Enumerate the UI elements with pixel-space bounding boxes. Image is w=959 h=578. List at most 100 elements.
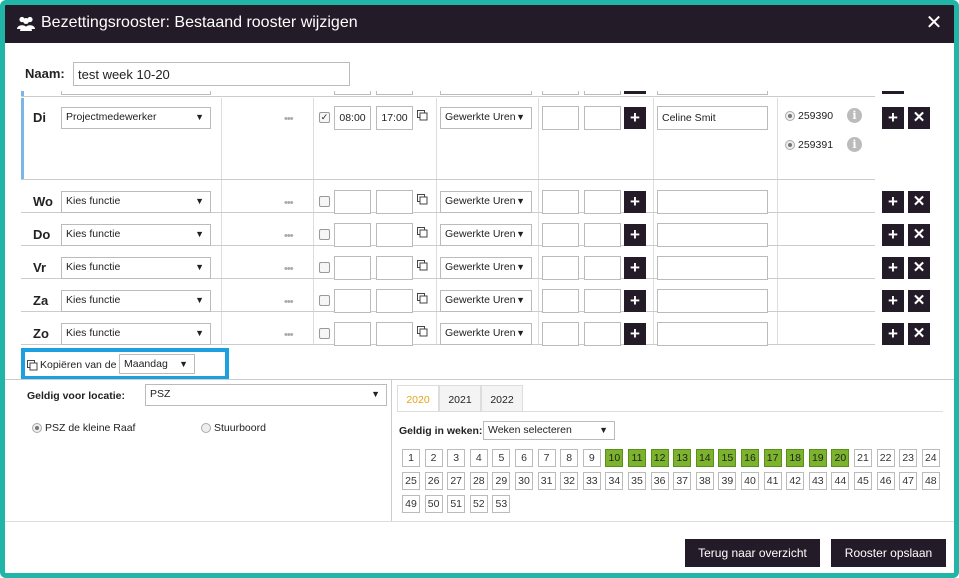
week-1[interactable]: 1: [402, 449, 420, 467]
week-5[interactable]: 5: [492, 449, 511, 467]
week-39[interactable]: 39: [718, 472, 737, 490]
week-4[interactable]: 4: [469, 449, 488, 467]
week-30[interactable]: 30: [515, 472, 533, 490]
week-53[interactable]: 53: [492, 495, 511, 513]
more-icon[interactable]: •••: [284, 230, 294, 242]
back-to-overview-button[interactable]: Terug naar overzicht: [685, 539, 820, 567]
week-18[interactable]: 18: [786, 449, 805, 467]
employee-radio[interactable]: [785, 140, 795, 150]
more-icon[interactable]: •••: [284, 329, 294, 341]
hours-input[interactable]: [542, 289, 579, 313]
person-input[interactable]: [657, 190, 768, 214]
end-time-input[interactable]: [376, 322, 413, 346]
hours-input[interactable]: [584, 190, 621, 214]
week-11[interactable]: 11: [628, 449, 646, 467]
week-2[interactable]: 2: [424, 449, 443, 467]
hours-input[interactable]: [584, 256, 621, 280]
start-time-input[interactable]: [334, 256, 371, 280]
function-select[interactable]: Kies functie ▼: [61, 290, 211, 312]
week-8[interactable]: 8: [560, 449, 579, 467]
location-select[interactable]: PSZ ▼: [145, 384, 387, 406]
delete-icon[interactable]: ✕: [908, 224, 930, 246]
week-26[interactable]: 26: [424, 472, 443, 490]
function-select[interactable]: Kies functie ▼: [61, 323, 211, 345]
function-select[interactable]: Kies functie ▼: [61, 257, 211, 279]
more-icon[interactable]: •••: [284, 296, 294, 308]
tab-2022[interactable]: 2022: [481, 385, 523, 412]
copy-icon[interactable]: [417, 194, 428, 205]
weeks-select[interactable]: Weken selecteren ▼: [483, 421, 615, 440]
delete-icon[interactable]: ✕: [908, 323, 930, 345]
week-45[interactable]: 45: [854, 472, 872, 490]
week-3[interactable]: 3: [447, 449, 466, 467]
week-25[interactable]: 25: [402, 472, 420, 490]
week-12[interactable]: 12: [650, 449, 669, 467]
week-29[interactable]: 29: [492, 472, 511, 490]
row-checkbox[interactable]: [319, 229, 330, 240]
delete-icon[interactable]: ✕: [908, 290, 930, 312]
start-time-input[interactable]: [334, 322, 371, 346]
plus-icon[interactable]: +: [624, 323, 646, 345]
plus-icon[interactable]: +: [882, 107, 904, 129]
tab-2021[interactable]: 2021: [439, 385, 481, 412]
person-input[interactable]: [657, 289, 768, 313]
radio-psz-de-kleine-raaf[interactable]: [32, 423, 42, 433]
plus-icon[interactable]: +: [624, 191, 646, 213]
person-input[interactable]: [657, 223, 768, 247]
plus-icon[interactable]: +: [882, 290, 904, 312]
week-51[interactable]: 51: [447, 495, 466, 513]
week-9[interactable]: 9: [582, 449, 601, 467]
row-checkbox[interactable]: [319, 328, 330, 339]
hours-type-select[interactable]: Gewerkte Uren ▼: [440, 191, 532, 213]
hours-input[interactable]: [584, 223, 621, 247]
hours-input[interactable]: [542, 223, 579, 247]
hours-type-select[interactable]: Gewerkte Uren ▼: [440, 107, 532, 129]
week-37[interactable]: 37: [673, 472, 692, 490]
delete-icon[interactable]: ✕: [908, 257, 930, 279]
end-time-input[interactable]: [376, 289, 413, 313]
function-select[interactable]: Kies functie ▼: [61, 224, 211, 246]
save-schedule-button[interactable]: Rooster opslaan: [831, 539, 946, 567]
week-48[interactable]: 48: [921, 472, 940, 490]
week-27[interactable]: 27: [447, 472, 466, 490]
info-icon[interactable]: i: [847, 137, 862, 152]
plus-icon[interactable]: +: [624, 224, 646, 246]
week-7[interactable]: 7: [537, 449, 556, 467]
copy-icon[interactable]: [417, 227, 428, 238]
name-input[interactable]: [73, 62, 350, 86]
week-49[interactable]: 49: [402, 495, 420, 513]
employee-radio[interactable]: [785, 111, 795, 121]
end-time-input[interactable]: [376, 256, 413, 280]
hours-input[interactable]: [542, 256, 579, 280]
hours-input[interactable]: [584, 106, 621, 130]
start-time-input[interactable]: 08:00: [334, 106, 371, 130]
hours-input[interactable]: [542, 190, 579, 214]
function-select[interactable]: Kies functie ▼: [61, 191, 211, 213]
week-43[interactable]: 43: [808, 472, 827, 490]
week-47[interactable]: 47: [899, 472, 918, 490]
hours-type-select[interactable]: Gewerkte Uren ▼: [440, 290, 532, 312]
week-13[interactable]: 13: [673, 449, 692, 467]
hours-input[interactable]: [542, 322, 579, 346]
week-42[interactable]: 42: [786, 472, 805, 490]
week-17[interactable]: 17: [763, 449, 782, 467]
plus-icon[interactable]: +: [624, 257, 646, 279]
end-time-input[interactable]: 17:00: [376, 106, 413, 130]
start-time-input[interactable]: [334, 190, 371, 214]
row-checkbox[interactable]: [319, 196, 330, 207]
week-46[interactable]: 46: [876, 472, 895, 490]
person-input[interactable]: [657, 256, 768, 280]
hours-input[interactable]: [584, 289, 621, 313]
end-time-input[interactable]: [376, 223, 413, 247]
more-icon[interactable]: •••: [284, 263, 294, 275]
week-10[interactable]: 10: [605, 449, 624, 467]
plus-icon[interactable]: +: [882, 191, 904, 213]
week-21[interactable]: 21: [854, 449, 872, 467]
week-28[interactable]: 28: [469, 472, 488, 490]
plus-icon[interactable]: +: [624, 290, 646, 312]
start-time-input[interactable]: [334, 289, 371, 313]
copy-icon[interactable]: [417, 326, 428, 337]
week-50[interactable]: 50: [424, 495, 443, 513]
week-44[interactable]: 44: [831, 472, 850, 490]
week-20[interactable]: 20: [831, 449, 850, 467]
